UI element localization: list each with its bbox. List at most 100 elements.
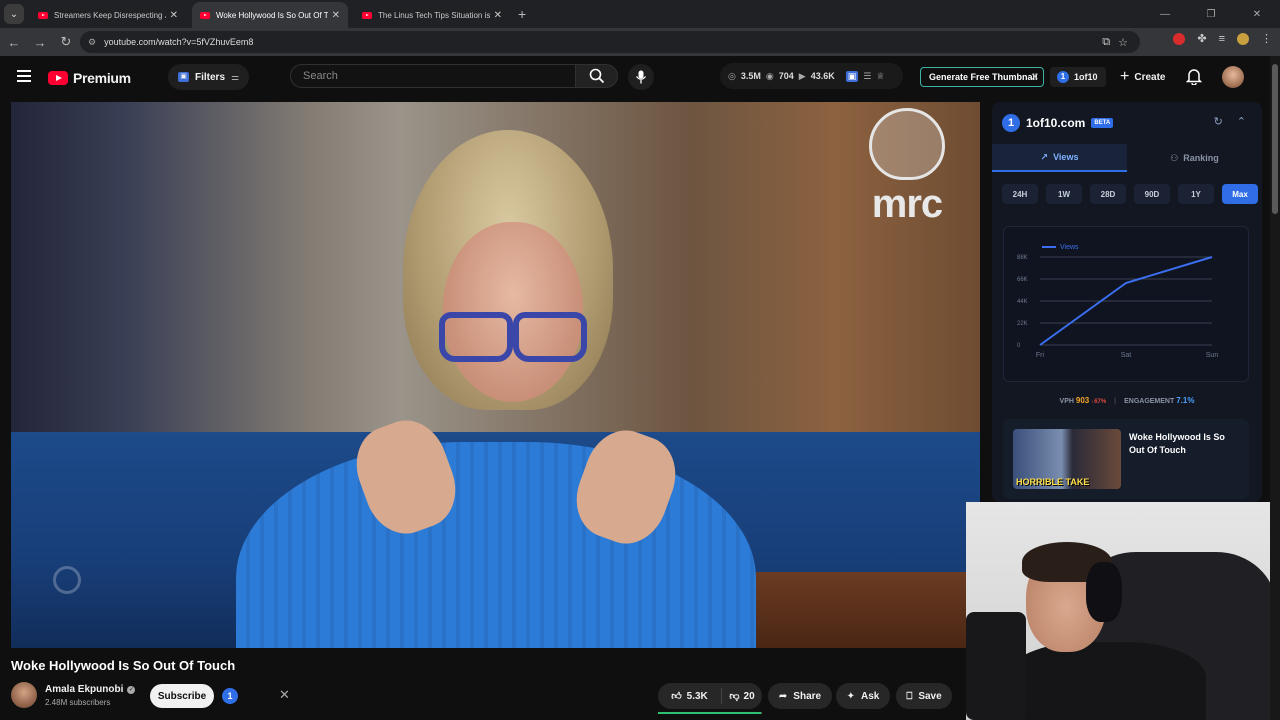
divider: | — [1114, 398, 1117, 405]
close-tab-icon[interactable]: ✕ — [332, 10, 340, 21]
notifications-bell-icon[interactable] — [1186, 67, 1202, 85]
new-tab-button[interactable]: + — [518, 6, 526, 22]
channel-avatar[interactable] — [11, 682, 37, 708]
page-scrollbar[interactable] — [1270, 56, 1280, 720]
thumbs-down-icon: 👎︎ — [729, 691, 740, 702]
more-menu-icon[interactable]: ⋮ — [1261, 32, 1272, 45]
like-button[interactable]: 👍︎ 5.3K — [658, 688, 722, 704]
like-count: 5.3K — [686, 690, 708, 702]
browser-tab-title: Woke Hollywood Is So Out Of T — [216, 10, 328, 20]
refresh-icon[interactable]: ↻ — [1214, 115, 1223, 128]
tab-views[interactable]: ↗ Views — [992, 144, 1127, 172]
bulldog-shield-icon — [869, 108, 945, 180]
filters-button[interactable]: ▣ Filters ⚌ — [168, 64, 250, 90]
share-icon: ➦ — [778, 690, 788, 702]
range-max[interactable]: Max — [1222, 184, 1258, 204]
oneof10-button[interactable]: 1 1of10 — [1050, 67, 1106, 87]
close-icon[interactable]: ✕ — [1031, 72, 1039, 83]
extension-badge-icon[interactable]: ▣ — [845, 70, 859, 82]
youtube-favicon-icon — [362, 11, 372, 19]
sliders-icon: ⚌ — [231, 71, 240, 82]
like-ratio-fill — [658, 712, 761, 714]
trend-icon: ↗ — [1040, 151, 1049, 162]
dislike-count: 20 — [743, 690, 755, 702]
scrollbar-thumb[interactable] — [1272, 64, 1278, 214]
generate-thumbnail-button[interactable]: Generate Free Thumbnail ✕ — [920, 67, 1044, 87]
list-icon[interactable]: ☰ — [863, 71, 871, 82]
filters-ext-icon: ▣ — [178, 72, 189, 82]
channel-subscribers: 2.48M subscribers — [45, 698, 111, 707]
like-ratio-bar — [658, 712, 762, 714]
stat-subscribers: 3.5M — [740, 71, 761, 81]
dislike-button[interactable]: 👎︎ 20 — [722, 690, 762, 703]
extension-icon[interactable] — [1173, 32, 1186, 45]
play-count-icon: ▶ — [798, 70, 806, 81]
create-button[interactable]: + Create — [1116, 64, 1169, 90]
youtube-logo[interactable]: Premium — [48, 70, 131, 86]
tab-ranking[interactable]: ⚇ Ranking — [1127, 144, 1262, 172]
reading-list-icon[interactable]: ≡ — [1219, 33, 1225, 45]
bookmark-star-icon[interactable]: ☆ — [1118, 36, 1128, 49]
profile-avatar[interactable] — [1237, 32, 1249, 45]
forward-icon[interactable]: → — [28, 35, 52, 50]
tab-search-button[interactable]: ⌄ — [4, 4, 24, 24]
video-thumbnail[interactable]: HORRIBLE TAKE — [1013, 429, 1121, 489]
oneof10-panel: 1 1of10.com BETA ↻ ⌃ ↗ Views ⚇ Ranking 2… — [992, 102, 1262, 502]
minimize-icon[interactable]: — — [1142, 0, 1188, 28]
close-icon[interactable]: ✕ — [279, 687, 290, 703]
site-settings-icon[interactable]: ⚙ — [88, 37, 96, 48]
range-90d[interactable]: 90D — [1134, 184, 1170, 204]
range-1y[interactable]: 1Y — [1178, 184, 1214, 204]
like-dislike-group: 👍︎ 5.3K 👎︎ 20 — [658, 683, 762, 709]
trophy-icon[interactable]: ♕ — [876, 71, 884, 82]
browser-tab-3[interactable]: The Linus Tech Tips Situation is ✕ — [354, 2, 510, 28]
x-tick-label: Sat — [1121, 352, 1132, 359]
reload-icon[interactable]: ↻ — [54, 34, 78, 50]
range-1w[interactable]: 1W — [1046, 184, 1082, 204]
thumbs-up-icon: 👍︎ — [671, 691, 682, 702]
microphone-arm — [966, 612, 1026, 720]
search-input[interactable]: Search — [290, 64, 576, 88]
search-icon — [589, 68, 604, 84]
close-tab-icon[interactable]: ✕ — [170, 10, 178, 21]
channel-name-text: Amala Ekpunobi — [45, 684, 124, 695]
subscribers-icon: ◎ — [728, 70, 736, 81]
panel-tabs: ↗ Views ⚇ Ranking — [992, 144, 1262, 172]
menu-icon[interactable] — [17, 70, 31, 82]
video-player[interactable]: mrc — [11, 102, 980, 648]
range-28d[interactable]: 28D — [1090, 184, 1126, 204]
range-24h[interactable]: 24H — [1002, 184, 1038, 204]
watermark-text: mrc — [871, 182, 943, 226]
youtube-play-icon — [48, 71, 68, 85]
oneof10-badge-icon[interactable]: 1 — [222, 688, 238, 704]
video-card[interactable]: HORRIBLE TAKE Woke Hollywood Is So Out O… — [1003, 419, 1249, 499]
close-tab-icon[interactable]: ✕ — [494, 10, 502, 21]
search-button[interactable] — [576, 64, 618, 88]
back-icon[interactable]: ← — [2, 35, 26, 50]
install-icon[interactable]: ⧉ — [1102, 36, 1110, 49]
browser-tab-2[interactable]: Woke Hollywood Is So Out Of T ✕ — [192, 2, 348, 28]
youtube-favicon-icon — [200, 11, 210, 19]
engagement-label: ENGAGEMENT — [1124, 398, 1175, 405]
subscribe-button[interactable]: Subscribe — [150, 684, 214, 708]
save-button[interactable]: ⎕ Save — [896, 683, 952, 709]
chevron-up-icon[interactable]: ⌃ — [1237, 115, 1246, 128]
channel-name[interactable]: Amala Ekpunobi ✓ — [45, 684, 136, 695]
url-text: youtube.com/watch?v=5fVZhuvEem8 — [104, 37, 254, 47]
vph-value: 903 — [1075, 396, 1090, 405]
maximize-icon[interactable]: ❐ — [1188, 0, 1234, 28]
views-icon: ◉ — [765, 70, 774, 81]
stat-videos: 704 — [778, 71, 794, 81]
generate-thumbnail-label: Generate Free Thumbnail — [929, 72, 1038, 82]
close-window-icon[interactable]: ✕ — [1234, 0, 1280, 28]
browser-tab-1[interactable]: Streamers Keep Disrespecting J ✕ — [30, 2, 186, 28]
extensions-area: ✤ ≡ ⋮ — [1173, 32, 1272, 45]
views-chart: 0 22K 44K 66K 88K Fri Sat Sun Views — [1017, 244, 1218, 359]
url-field[interactable]: ⚙ youtube.com/watch?v=5fVZhuvEem8 ⧉ ☆ — [80, 31, 1140, 53]
puzzle-icon[interactable]: ✤ — [1197, 32, 1206, 45]
account-avatar[interactable] — [1222, 66, 1244, 88]
y-tick-label: 88K — [1017, 255, 1028, 261]
ask-button[interactable]: ✦ Ask — [836, 683, 890, 709]
share-button[interactable]: ➦ Share — [768, 683, 832, 709]
voice-search-button[interactable] — [628, 64, 654, 90]
